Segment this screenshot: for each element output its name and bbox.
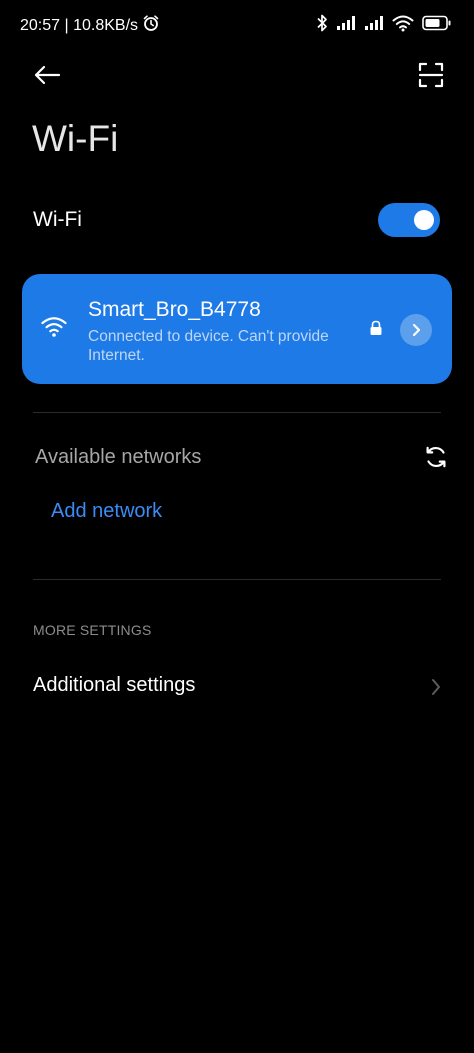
scan-qr-button[interactable]	[416, 60, 446, 90]
network-details-button[interactable]	[400, 314, 432, 346]
arrow-left-icon	[34, 65, 61, 85]
available-networks-label: Available networks	[35, 446, 202, 468]
chevron-right-icon	[412, 323, 421, 337]
status-bar: 20:57 | 10.8KB/s	[0, 0, 474, 50]
battery-icon	[422, 15, 452, 36]
divider	[33, 412, 441, 413]
network-ssid: Smart_Bro_B4778	[88, 298, 261, 321]
wifi-toggle-switch[interactable]	[378, 203, 440, 237]
status-time-speed: 20:57 | 10.8KB/s	[20, 16, 139, 34]
divider	[33, 579, 441, 580]
connected-network-card[interactable]: Smart_Bro_B4778 Connected to device. Can…	[22, 274, 452, 384]
alarm-icon	[142, 14, 160, 37]
wifi-toggle-row[interactable]: Wi-Fi	[0, 196, 474, 246]
page-title: Wi-Fi	[32, 118, 119, 159]
add-network-button[interactable]: Add network	[51, 500, 162, 523]
more-settings-header: MORE SETTINGS	[33, 622, 152, 638]
scan-frame-icon	[418, 62, 444, 88]
wifi-icon	[41, 317, 67, 337]
top-bar	[0, 52, 474, 98]
chevron-right-icon	[432, 679, 440, 695]
refresh-icon[interactable]	[424, 445, 448, 469]
signal-icon	[364, 15, 384, 36]
additional-settings-row[interactable]: Additional settings	[0, 668, 474, 708]
additional-settings-label: Additional settings	[33, 674, 196, 696]
bluetooth-icon	[316, 13, 328, 38]
toggle-knob	[414, 210, 434, 230]
status-left: 20:57 | 10.8KB/s	[20, 14, 160, 37]
signal-icon	[336, 15, 356, 36]
back-button[interactable]	[30, 60, 64, 90]
network-status: Connected to device. Can't provide Inter…	[88, 328, 329, 364]
wifi-icon	[392, 15, 414, 37]
lock-icon	[370, 320, 382, 335]
wifi-toggle-label: Wi-Fi	[33, 208, 82, 231]
status-right	[316, 13, 452, 38]
